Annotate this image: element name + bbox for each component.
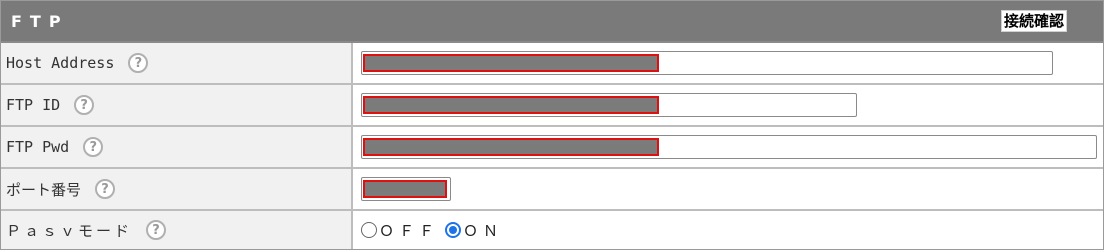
port-row: ポート番号 ? [1,169,1103,211]
help-icon[interactable]: ? [128,53,149,73]
host-address-row: Host Address ? [1,43,1103,85]
pasv-on-label[interactable]: ＯＮ [463,220,503,241]
pasv-off-radio[interactable] [361,222,377,238]
port-value-cell [353,169,1103,209]
pasv-mode-label-cell: Ｐａｓｖモード ? [1,211,353,249]
ftp-id-value-cell [353,85,1103,125]
pasv-mode-row: Ｐａｓｖモード ? ＯＦＦ ＯＮ [1,211,1103,249]
help-icon[interactable]: ? [146,220,167,240]
pasv-on-radio[interactable] [445,222,462,238]
pasv-off-label[interactable]: ＯＦＦ [379,220,439,241]
host-address-value-cell [353,43,1103,83]
help-icon[interactable]: ? [74,95,95,115]
ftp-id-label-cell: FTP ID ? [1,85,353,125]
help-icon[interactable]: ? [83,137,104,157]
ftp-pwd-label: FTP Pwd [6,138,70,156]
section-title: FTP [11,11,69,31]
help-icon[interactable]: ? [95,179,116,199]
ftp-settings-panel: FTP 接続確認 Host Address ? FTP ID ? FTP Pwd [0,0,1104,250]
connection-check-button[interactable]: 接続確認 [1000,10,1067,32]
ftp-pwd-row: FTP Pwd ? [1,127,1103,169]
pasv-mode-value-cell: ＯＦＦ ＯＮ [353,211,1103,249]
ftp-id-input[interactable] [361,93,857,117]
redacted-value [363,96,659,114]
pasv-mode-label: Ｐａｓｖモード [6,221,133,240]
redacted-value [363,138,659,156]
port-label-cell: ポート番号 ? [1,169,353,209]
ftp-pwd-label-cell: FTP Pwd ? [1,127,353,167]
host-address-input[interactable] [361,51,1053,75]
redacted-value [363,180,447,198]
ftp-id-row: FTP ID ? [1,85,1103,127]
redacted-value [363,54,659,72]
ftp-pwd-input[interactable] [361,135,1097,159]
ftp-pwd-value-cell [353,127,1103,167]
port-label: ポート番号 [6,180,82,199]
ftp-id-label: FTP ID [6,96,61,114]
ftp-section-header: FTP 接続確認 [1,1,1103,43]
port-input[interactable] [361,177,451,201]
host-address-label: Host Address [6,54,115,72]
host-address-label-cell: Host Address ? [1,43,353,83]
